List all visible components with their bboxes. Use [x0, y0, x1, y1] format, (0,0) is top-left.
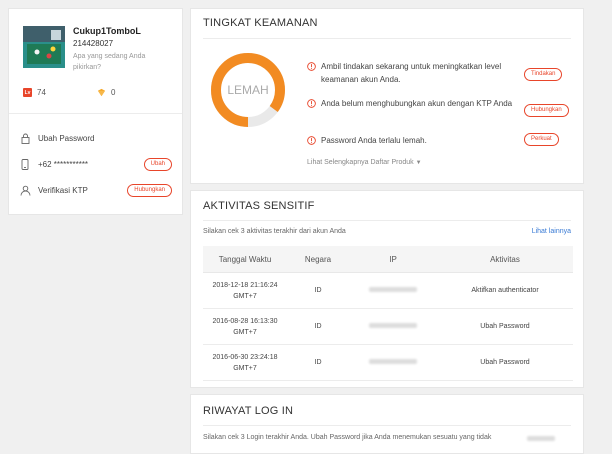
country-cell: ID — [287, 308, 349, 345]
menu-phone: +62 *********** Ubah — [19, 156, 172, 172]
warning-text: Password Anda terlalu lemah. — [321, 136, 427, 145]
column-header: Tanggal Waktu — [203, 246, 287, 273]
connect-ktp-button[interactable]: Hubungkan — [524, 104, 569, 117]
sensitive-activity-card: AKTIVITAS SENSITIF Silakan cek 3 aktivit… — [190, 190, 584, 388]
warning-row: Ambil tindakan sekarang untuk meningkatk… — [307, 60, 526, 86]
login-hint: Silakan cek 3 Login terakhir Anda. Ubah … — [203, 434, 492, 441]
section-title: TINGKAT KEAMANAN — [203, 17, 318, 29]
table-row: 2018-12-18 21:16:24 GMT+7 ID Aktifkan aut… — [203, 272, 573, 309]
menu-ktp: Verifikasi KTP Hubungkan — [19, 182, 172, 198]
table-header-row: Tanggal Waktu Negara IP Aktivitas — [203, 246, 573, 273]
date-cell: 2016-08-28 16:13:30 GMT+7 — [203, 308, 287, 345]
ip-redacted — [369, 323, 417, 328]
column-header: IP — [349, 246, 437, 273]
coin-icon — [97, 88, 106, 97]
divider — [203, 38, 571, 39]
activity-cell: Aktifkan authenticator — [437, 272, 573, 309]
lock-icon — [19, 132, 31, 144]
column-header: Negara — [287, 246, 349, 273]
activity-cell: Ubah Password — [437, 308, 573, 345]
username: Cukup1TomboL — [73, 26, 141, 36]
date-cell: 2018-12-18 21:16:24 GMT+7 — [203, 272, 287, 309]
warning-text: Anda belum menghubungkan akun dengan KTP… — [321, 99, 513, 108]
section-title: RIWAYAT LOG IN — [203, 405, 294, 417]
activity-hint: Silakan cek 3 aktivitas terakhir dari ak… — [203, 228, 346, 235]
divider — [9, 113, 182, 114]
warning-text: Ambil tindakan sekarang untuk meningkatk… — [321, 62, 502, 84]
country-cell: ID — [287, 272, 349, 309]
login-history-card: RIWAYAT LOG IN Silakan cek 3 Login terak… — [190, 394, 584, 454]
user-id: 214428027 — [73, 39, 114, 48]
redacted-text — [527, 436, 555, 441]
ip-cell — [349, 272, 437, 309]
see-more-link[interactable]: Lihat Selengkapnya Daftar Produk ▼ — [307, 159, 422, 166]
alert-icon — [307, 99, 316, 108]
coins-stat: 0 — [97, 88, 115, 97]
table-row: 2016-06-30 23:24:18 GMT+7 ID Ubah Passwor… — [203, 344, 573, 381]
connect-ktp-button[interactable]: Hubungkan — [127, 183, 172, 197]
coins-value: 0 — [111, 88, 116, 97]
see-more-activity-link[interactable]: Lihat lainnya — [532, 228, 571, 235]
see-more-label: Lihat Selengkapnya Daftar Produk — [307, 159, 414, 166]
level-stat: Lv 74 — [23, 88, 46, 97]
id-card-icon — [19, 184, 31, 196]
caret-down-icon: ▼ — [415, 160, 422, 166]
level-badge-icon: Lv — [23, 88, 32, 97]
ip-redacted — [369, 287, 417, 292]
change-phone-button[interactable]: Ubah — [143, 157, 172, 171]
column-header: Aktivitas — [437, 246, 573, 273]
menu-label: Ubah Password — [38, 133, 95, 143]
menu-label: Verifikasi KTP — [38, 185, 88, 195]
status-placeholder[interactable]: Apa yang sedang Anda pikirkan? — [73, 51, 173, 73]
warning-row: Password Anda terlalu lemah. — [307, 134, 526, 147]
strengthen-password-button[interactable]: Perkuat — [524, 133, 559, 146]
date-cell: 2016-06-30 23:24:18 GMT+7 — [203, 344, 287, 381]
warning-row: Anda belum menghubungkan akun dengan KTP… — [307, 97, 526, 110]
gauge-label: LEMAH — [227, 83, 268, 97]
menu-change-password[interactable]: Ubah Password — [19, 130, 172, 146]
alert-icon — [307, 136, 316, 145]
menu-label: +62 *********** — [38, 159, 89, 169]
activity-table: Tanggal Waktu Negara IP Aktivitas 2018-1… — [203, 246, 573, 381]
divider — [203, 220, 571, 221]
phone-icon — [19, 158, 31, 170]
ip-cell — [349, 308, 437, 345]
security-gauge: LEMAH — [211, 53, 285, 127]
country-cell: ID — [287, 344, 349, 381]
table-row: 2016-08-28 16:13:30 GMT+7 ID Ubah Passwor… — [203, 308, 573, 345]
section-title: AKTIVITAS SENSITIF — [203, 200, 315, 212]
level-value: 74 — [37, 88, 46, 97]
activity-cell: Ubah Password — [437, 344, 573, 381]
ip-redacted — [369, 359, 417, 364]
security-level-card: TINGKAT KEAMANAN LEMAH Ambil tindakan se… — [190, 8, 584, 184]
take-action-button[interactable]: Tindakan — [524, 68, 563, 81]
profile-card: Cukup1TomboL 214428027 Apa yang sedang A… — [8, 8, 183, 215]
ip-cell — [349, 344, 437, 381]
alert-icon — [307, 62, 316, 71]
avatar[interactable] — [23, 26, 65, 68]
divider — [203, 425, 571, 426]
